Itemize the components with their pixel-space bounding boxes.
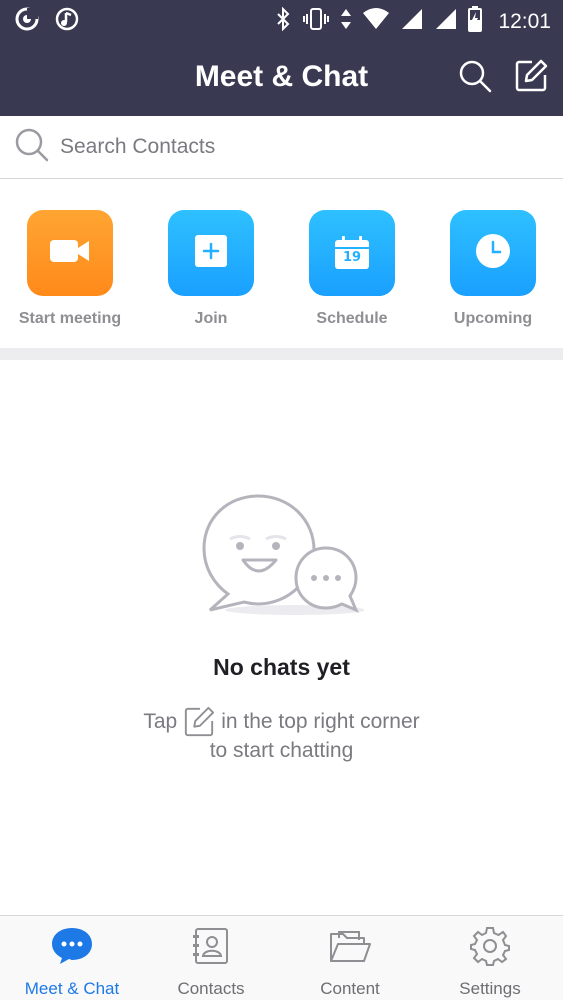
- empty-chat-illustration: [200, 492, 365, 627]
- video-camera-icon: [48, 236, 92, 271]
- data-arrows-icon: [340, 7, 352, 36]
- tab-content[interactable]: Content: [280, 926, 420, 999]
- sync-app-icon: [14, 6, 40, 37]
- schedule-button[interactable]: 19 Schedule: [292, 210, 412, 328]
- calendar-icon: 19: [334, 236, 370, 270]
- tab-settings-label: Settings: [459, 979, 521, 998]
- app-header: Meet & Chat: [0, 40, 563, 116]
- music-app-icon: [54, 6, 80, 37]
- schedule-tile[interactable]: 19: [309, 210, 395, 296]
- join-tile[interactable]: [168, 210, 254, 296]
- schedule-label: Schedule: [316, 310, 388, 327]
- empty-state-hint: Tap in the top right corner to start cha…: [0, 706, 563, 764]
- tab-settings[interactable]: Settings: [420, 926, 560, 999]
- status-time: 12:01: [498, 9, 551, 33]
- section-divider: [0, 348, 563, 360]
- compose-button[interactable]: [513, 59, 549, 98]
- search-icon: [458, 59, 492, 98]
- bottom-navigation: Meet & Chat Contacts Content Settings: [0, 915, 563, 1000]
- status-bar: 12:01: [0, 0, 563, 40]
- join-button[interactable]: Join: [151, 210, 271, 328]
- signal-icon-2: [434, 7, 458, 36]
- folder-icon: [328, 926, 372, 971]
- start-meeting-button[interactable]: Start meeting: [10, 210, 130, 328]
- bluetooth-icon: [274, 6, 292, 36]
- start-meeting-tile[interactable]: [27, 210, 113, 296]
- tab-contacts[interactable]: Contacts: [141, 926, 281, 999]
- join-label: Join: [194, 310, 228, 327]
- vibrate-icon: [302, 7, 330, 36]
- hint-suffix: in the top right corner: [221, 710, 420, 733]
- chat-bubble-icon: [50, 926, 94, 971]
- quick-actions: Start meeting Join 19 Schedule Upcoming: [0, 180, 563, 348]
- search-input[interactable]: [60, 135, 530, 159]
- clock-icon: [475, 233, 511, 274]
- signal-icon: [400, 7, 424, 36]
- gear-icon: [470, 926, 510, 971]
- battery-charging-icon: [468, 6, 483, 37]
- plus-icon: [194, 234, 228, 273]
- wifi-icon: [362, 7, 390, 36]
- tab-contacts-label: Contacts: [177, 979, 245, 998]
- start-meeting-label: Start meeting: [18, 310, 122, 327]
- tab-content-label: Content: [320, 979, 380, 998]
- compose-icon: [514, 59, 548, 98]
- tab-meet-chat[interactable]: Meet & Chat: [2, 926, 142, 999]
- search-icon: [14, 127, 50, 168]
- header-search-button[interactable]: [457, 60, 493, 96]
- upcoming-label: Upcoming: [453, 310, 533, 327]
- calendar-day: 19: [342, 250, 362, 265]
- hint-prefix: Tap: [143, 710, 178, 733]
- upcoming-tile[interactable]: [450, 210, 536, 296]
- search-bar[interactable]: [0, 116, 563, 179]
- hint-line-2: to start chatting: [209, 739, 354, 762]
- upcoming-button[interactable]: Upcoming: [433, 210, 553, 328]
- contacts-book-icon: [191, 926, 231, 971]
- empty-state-title: No chats yet: [213, 654, 350, 680]
- compose-icon: [183, 706, 215, 738]
- tab-meet-chat-label: Meet & Chat: [24, 979, 120, 998]
